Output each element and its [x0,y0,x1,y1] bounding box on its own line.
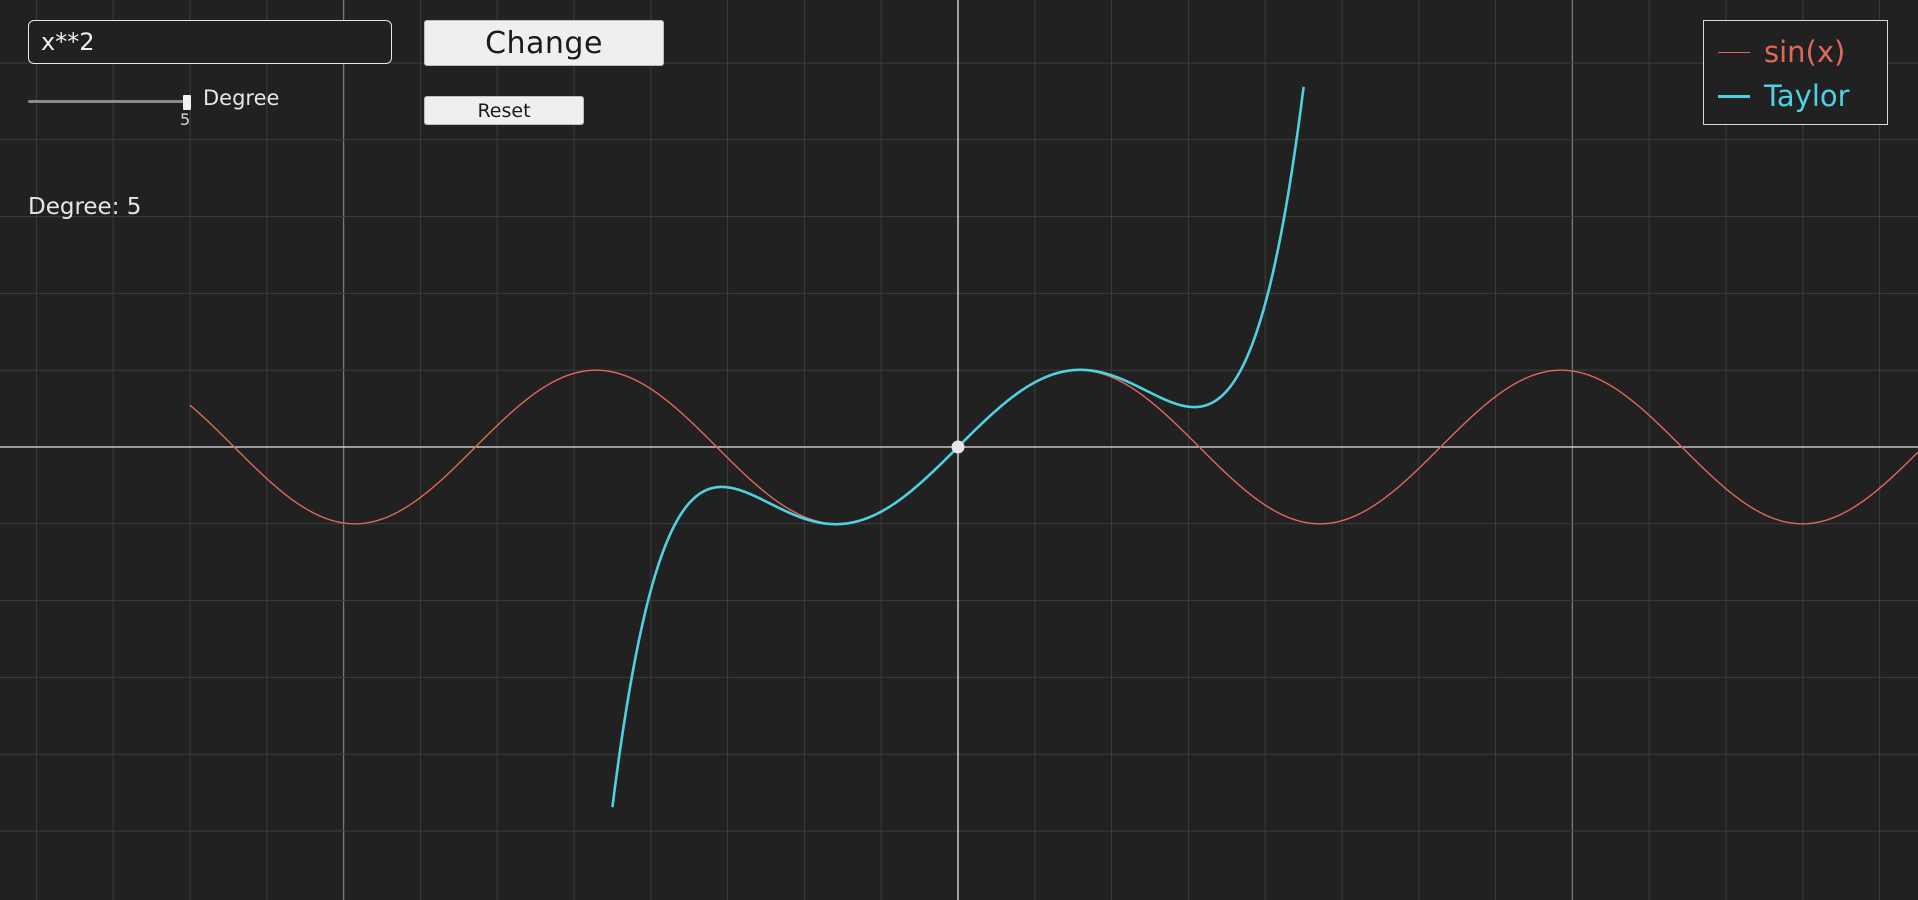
change-button[interactable]: Change [424,20,664,66]
degree-slider-track[interactable] [28,100,188,103]
degree-status-text: Degree: 5 [28,194,142,220]
legend-swatch-sin [1718,51,1750,53]
legend-swatch-taylor [1718,94,1750,98]
expansion-point-marker [951,440,965,454]
legend-item-taylor: Taylor [1718,74,1873,118]
function-plot [0,0,1918,900]
degree-slider-value: 5 [180,110,191,129]
legend-label-taylor: Taylor [1764,79,1850,113]
legend-label-sin: sin(x) [1764,35,1846,69]
legend: sin(x) Taylor [1703,20,1888,125]
legend-item-sin: sin(x) [1718,30,1873,74]
reset-button[interactable]: Reset [424,96,584,125]
degree-slider-thumb[interactable] [183,95,191,110]
expression-input[interactable] [28,20,392,64]
degree-slider-label: Degree [203,86,280,110]
